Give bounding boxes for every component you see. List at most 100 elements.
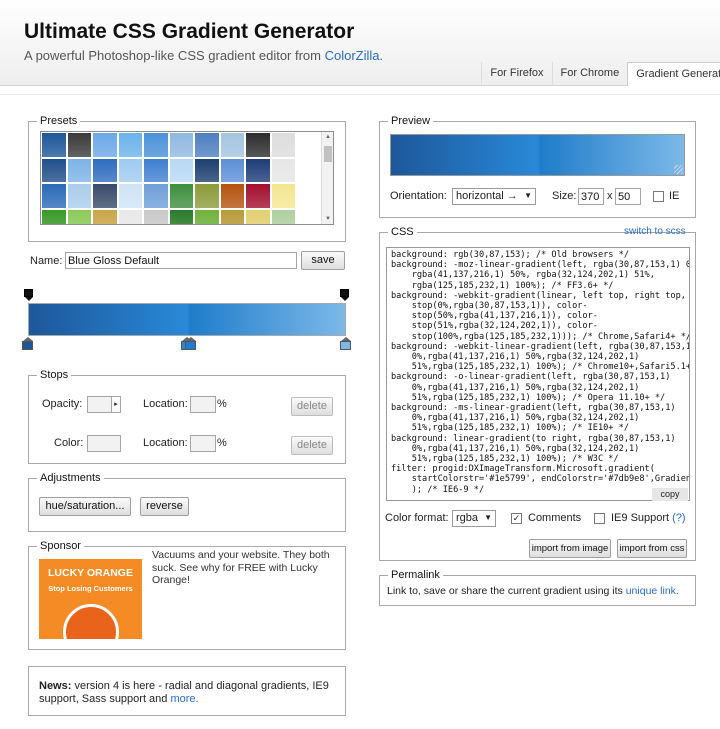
preset-swatch[interactable]	[219, 132, 245, 158]
ie9-support-text: IE9 Support	[611, 512, 670, 524]
nav-tabs: For Firefox For Chrome Gradient Generato…	[481, 62, 720, 86]
copy-button[interactable]: copy	[652, 488, 688, 501]
preset-swatch[interactable]	[117, 132, 143, 158]
preset-swatch[interactable]	[219, 157, 245, 183]
preset-swatch[interactable]	[143, 208, 169, 224]
size-x-label: x	[607, 190, 613, 202]
unique-link[interactable]: unique link.	[626, 585, 679, 597]
orange-slice-icon	[63, 604, 119, 639]
preset-swatch[interactable]	[41, 208, 67, 224]
preset-swatch[interactable]	[143, 157, 169, 183]
scroll-down-icon[interactable]: ▼	[325, 216, 331, 222]
page-header: Ultimate CSS Gradient Generator A powerf…	[0, 0, 720, 86]
preset-swatch[interactable]	[245, 132, 271, 158]
sponsor-ad-image[interactable]: LUCKY ORANGE Stop Losing Customers	[39, 559, 142, 639]
preset-swatch[interactable]	[194, 157, 220, 183]
preset-swatch[interactable]	[168, 157, 194, 183]
color-format-label: Color format:	[385, 512, 449, 524]
opacity-location-input[interactable]	[190, 396, 216, 413]
opacity-location-percent: %	[217, 398, 227, 410]
preset-swatch[interactable]	[66, 132, 92, 158]
preset-swatch[interactable]	[194, 183, 220, 209]
preset-swatch[interactable]	[168, 208, 194, 224]
scroll-up-icon[interactable]: ▲	[325, 134, 331, 140]
preset-swatch[interactable]	[270, 183, 296, 209]
preset-swatch[interactable]	[66, 208, 92, 224]
comments-label: Comments	[528, 512, 582, 524]
preview-legend: Preview	[391, 115, 431, 127]
resize-grip-icon[interactable]	[674, 165, 683, 174]
width-input[interactable]	[578, 188, 604, 205]
gradient-name-input[interactable]	[65, 252, 297, 269]
ad-title: LUCKY ORANGE	[48, 567, 133, 579]
reverse-button[interactable]: reverse	[140, 497, 189, 516]
permalink-body: Link to, save or share the current gradi…	[387, 585, 626, 597]
chevron-down-icon: ▼	[524, 191, 532, 200]
delete-color-stop-button[interactable]: delete	[291, 436, 333, 455]
ie9-support-checkbox[interactable]	[594, 513, 605, 524]
preset-swatch[interactable]	[270, 157, 296, 183]
delete-opacity-stop-button[interactable]: delete	[291, 397, 333, 416]
preset-swatch[interactable]	[66, 183, 92, 209]
preset-swatch[interactable]	[92, 183, 118, 209]
preset-swatch[interactable]	[245, 157, 271, 183]
tab-gradient-generator[interactable]: Gradient Generator	[627, 62, 720, 86]
css-code-output[interactable]: background: rgb(30,87,153); /* Old brows…	[386, 247, 690, 501]
opacity-label: Opacity:	[42, 398, 83, 410]
colorzilla-link[interactable]: ColorZilla.	[325, 48, 384, 63]
opacity-input[interactable]	[87, 396, 113, 413]
preset-swatch[interactable]	[66, 157, 92, 183]
color-stop-100[interactable]	[340, 337, 351, 350]
comments-checkbox[interactable]: ✓	[511, 513, 522, 524]
color-stop-0[interactable]	[22, 337, 33, 350]
switch-to-scss-link[interactable]: switch to scss	[624, 226, 686, 237]
gradient-preview[interactable]	[390, 134, 685, 176]
name-label: Name:	[30, 255, 63, 267]
orientation-select[interactable]: horizontal → ▼	[452, 188, 536, 205]
preset-swatch[interactable]	[168, 132, 194, 158]
preset-swatch[interactable]	[117, 157, 143, 183]
header-divider	[0, 94, 720, 95]
adjustments-legend: Adjustments	[40, 472, 101, 484]
preset-swatch[interactable]	[117, 208, 143, 224]
color-format-select[interactable]: rgba ▼	[452, 510, 496, 527]
preset-swatch[interactable]	[245, 183, 271, 209]
ie9-help-link[interactable]: (?)	[672, 512, 685, 524]
preset-swatch[interactable]	[219, 183, 245, 209]
preset-swatch[interactable]	[92, 132, 118, 158]
preset-swatch[interactable]	[270, 208, 296, 224]
preset-swatch[interactable]	[168, 183, 194, 209]
color-swatch-input[interactable]	[87, 435, 121, 452]
preset-swatch[interactable]	[41, 183, 67, 209]
preset-swatch[interactable]	[41, 157, 67, 183]
height-input[interactable]	[615, 188, 641, 205]
preset-swatch[interactable]	[41, 132, 67, 158]
opacity-dropdown-icon[interactable]: ▸	[111, 396, 121, 413]
gradient-bar[interactable]	[28, 303, 346, 336]
preset-swatch[interactable]	[194, 208, 220, 224]
color-location-input[interactable]	[190, 435, 216, 452]
scroll-thumb[interactable]	[324, 146, 332, 162]
preset-swatch[interactable]	[143, 132, 169, 158]
preset-swatch[interactable]	[194, 132, 220, 158]
preset-swatch[interactable]	[219, 208, 245, 224]
import-from-image-button[interactable]: import from image	[529, 539, 611, 558]
news-more-link[interactable]: more.	[170, 693, 198, 705]
preset-swatch[interactable]	[245, 208, 271, 224]
presets-scrollbar[interactable]: ▲ ▼	[321, 132, 333, 224]
preset-swatch[interactable]	[92, 157, 118, 183]
ie-checkbox[interactable]	[653, 191, 664, 202]
preset-swatch[interactable]	[117, 183, 143, 209]
tab-chrome[interactable]: For Chrome	[551, 62, 628, 86]
import-from-css-button[interactable]: import from css	[617, 539, 687, 558]
preset-swatch[interactable]	[92, 208, 118, 224]
page-subtitle: A powerful Photoshop-like CSS gradient e…	[24, 48, 383, 63]
color-stop-51[interactable]	[185, 337, 196, 350]
opacity-stop-left[interactable]	[24, 289, 33, 301]
tab-firefox[interactable]: For Firefox	[481, 62, 551, 86]
hue-saturation-button[interactable]: hue/saturation...	[39, 497, 131, 516]
save-button[interactable]: save	[301, 251, 345, 270]
preset-swatch[interactable]	[143, 183, 169, 209]
opacity-stop-right[interactable]	[340, 289, 349, 301]
preset-swatch[interactable]	[270, 132, 296, 158]
